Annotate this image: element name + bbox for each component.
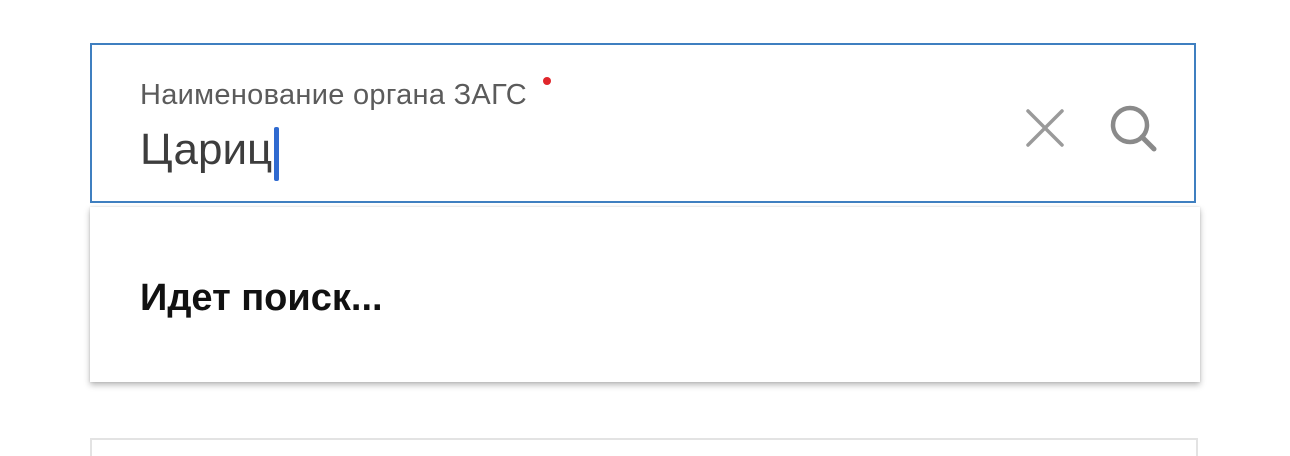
search-input-value[interactable]: Цариц (140, 125, 272, 175)
clear-button[interactable] (1022, 105, 1068, 151)
background-panel (90, 438, 1198, 456)
search-input[interactable]: Цариц (140, 123, 280, 181)
field-label: Наименование органа ЗАГС (140, 77, 552, 112)
close-icon (1026, 109, 1064, 147)
loading-status: Идет поиск... (140, 277, 383, 319)
page: Наименование органа ЗАГС Цариц Идет поис… (0, 0, 1290, 456)
search-icon (1110, 105, 1157, 152)
registry-office-search-field[interactable]: Наименование органа ЗАГС Цариц (90, 43, 1196, 203)
required-indicator (543, 77, 552, 85)
field-label-text: Наименование органа ЗАГС (140, 79, 528, 111)
search-button[interactable] (1108, 103, 1160, 155)
text-caret (274, 127, 280, 181)
suggestions-dropdown: Идет поиск... (90, 207, 1200, 382)
